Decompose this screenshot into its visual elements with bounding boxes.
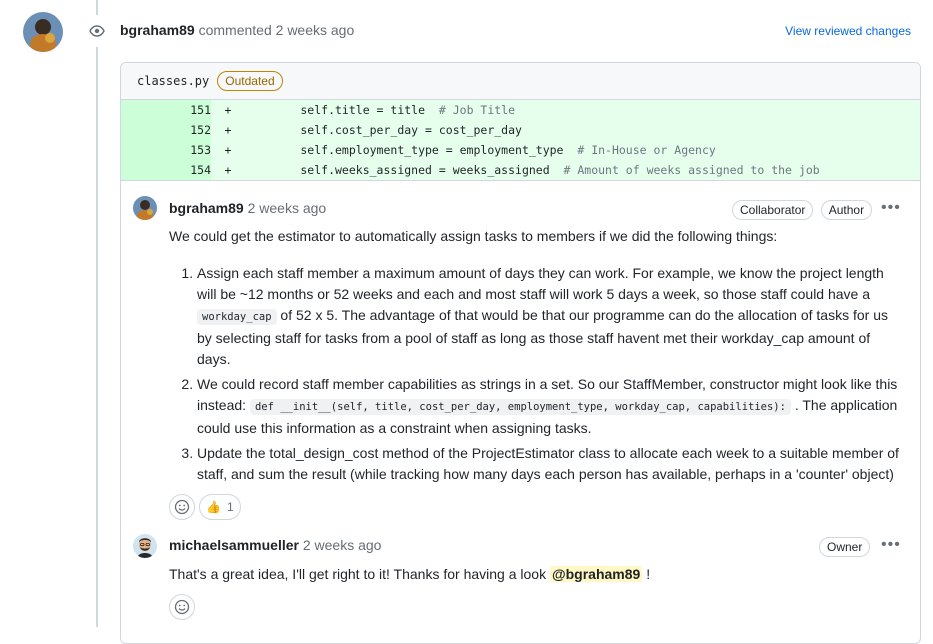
user-mention[interactable]: @bgraham89 — [549, 566, 643, 582]
comment-text-part: ! — [642, 566, 651, 582]
reaction-count: 1 — [226, 500, 234, 514]
diff-line: 153 + self.employment_type = employment_… — [121, 140, 920, 160]
author-label: Author — [820, 200, 873, 220]
comment-text: That's a great idea, I'll get right to i… — [169, 564, 899, 585]
diff-sign: + — [224, 123, 232, 137]
line-number[interactable]: 152 — [121, 120, 211, 140]
thumbs-up-icon: 👍 — [206, 500, 221, 514]
smiley-icon[interactable] — [169, 494, 195, 520]
comment-body: We could get the estimator to automatica… — [169, 226, 899, 489]
smiley-icon[interactable] — [169, 594, 195, 620]
comment-intro: We could get the estimator to automatica… — [169, 228, 778, 244]
header-time[interactable]: 2 weeks ago — [276, 22, 355, 38]
eye-icon — [81, 15, 113, 47]
list-text: Assign each staff member a maximum amoun… — [197, 265, 884, 302]
ordered-list: Assign each staff member a maximum amoun… — [169, 263, 899, 485]
diff-line: 152 + self.cost_per_day = cost_per_day — [121, 120, 920, 140]
comment-time[interactable]: 2 weeks ago — [303, 537, 382, 553]
line-number[interactable]: 151 — [121, 100, 211, 120]
file-header: classes.py Outdated — [121, 63, 920, 100]
view-reviewed-changes-link[interactable]: View reviewed changes — [785, 24, 911, 38]
avatar[interactable] — [23, 12, 63, 52]
reactions — [169, 594, 195, 620]
avatar[interactable] — [133, 196, 157, 220]
owner-label: Owner — [819, 537, 871, 557]
file-name[interactable]: classes.py — [137, 74, 209, 88]
review-comment: michaelsammueller 2 weeks ago Owner ••• … — [121, 521, 920, 641]
code-comment: # Job Title — [438, 103, 516, 117]
outdated-badge: Outdated — [217, 71, 283, 91]
code-text: self.cost_per_day = cost_per_day — [245, 123, 522, 137]
review-thread: classes.py Outdated 151 + self.title = t… — [120, 62, 921, 644]
comment-labels: Owner — [815, 537, 871, 557]
list-text: of 52 x 5. The advantage of that would b… — [197, 307, 888, 367]
code-text: self.employment_type = employment_type — [245, 143, 578, 157]
list-item: We could record staff member capabilitie… — [197, 374, 899, 439]
comment-body: That's a great idea, I'll get right to i… — [169, 564, 899, 585]
thumbs-up-reaction-button[interactable]: 👍 1 — [199, 494, 241, 520]
author-link[interactable]: michaelsammueller — [169, 537, 299, 553]
inline-code: def __init__(self, title, cost_per_day, … — [249, 399, 791, 415]
author-link[interactable]: bgraham89 — [169, 200, 244, 216]
review-header: bgraham89 commented 2 weeks ago — [120, 22, 354, 38]
diff-sign: + — [224, 143, 232, 157]
review-comment: bgraham89 2 weeks ago Collaborator Autho… — [121, 181, 920, 521]
comment-time[interactable]: 2 weeks ago — [248, 200, 327, 216]
code-comment: # Amount of weeks assigned to the job — [563, 163, 820, 177]
kebab-horizontal-icon[interactable]: ••• — [881, 199, 901, 217]
collaborator-label: Collaborator — [732, 200, 814, 220]
timeline-line — [96, 0, 98, 627]
author-link[interactable]: bgraham89 — [120, 22, 195, 38]
list-text: Update the total_design_cost method of t… — [197, 445, 899, 482]
diff-line: 151 + self.title = title # Job Title — [121, 100, 920, 120]
comment-meta: bgraham89 2 weeks ago — [169, 200, 326, 216]
list-item: Assign each staff member a maximum amoun… — [197, 263, 899, 370]
avatar[interactable] — [133, 534, 157, 558]
header-action: commented — [198, 22, 272, 38]
kebab-horizontal-icon[interactable]: ••• — [881, 536, 901, 554]
code-comment: # In-House or Agency — [577, 143, 716, 157]
comment-text-part: That's a great idea, I'll get right to i… — [169, 566, 550, 582]
diff-sign: + — [224, 163, 232, 177]
diff-line: 154 + self.weeks_assigned = weeks_assign… — [121, 160, 920, 180]
inline-code: workday_cap — [197, 309, 277, 325]
line-number[interactable]: 154 — [121, 160, 211, 180]
comment-meta: michaelsammueller 2 weeks ago — [169, 537, 381, 553]
code-text: self.title = title — [245, 103, 439, 117]
diff-sign: + — [224, 103, 232, 117]
reactions: 👍 1 — [169, 494, 241, 520]
list-item: Update the total_design_cost method of t… — [197, 443, 899, 485]
line-number[interactable]: 153 — [121, 140, 211, 160]
code-text: self.weeks_assigned = weeks_assigned — [245, 163, 564, 177]
comment-labels: Collaborator Author — [728, 200, 873, 220]
